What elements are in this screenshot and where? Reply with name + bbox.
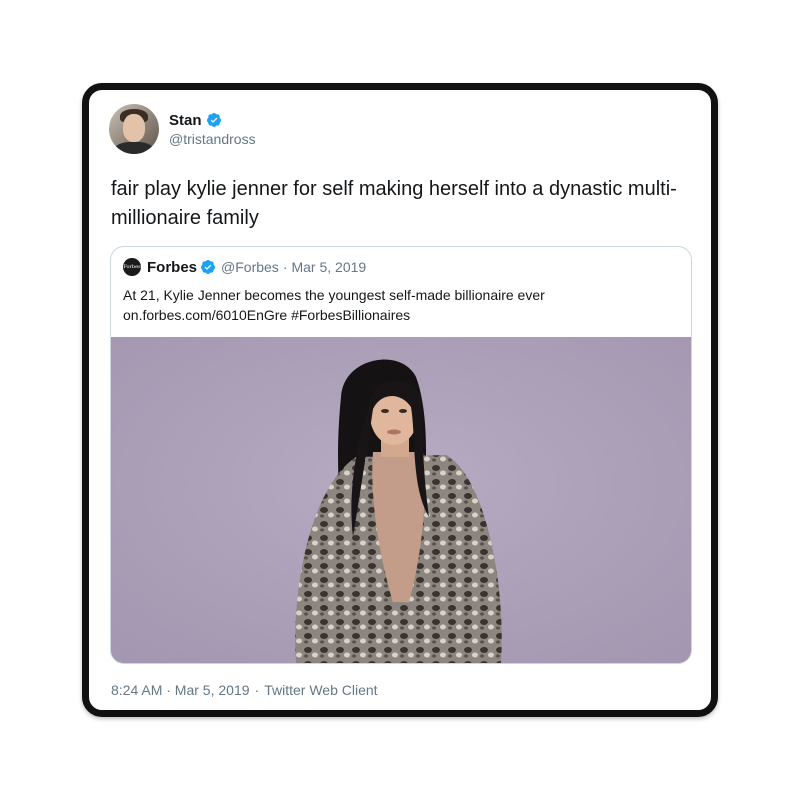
author-handle[interactable]: @tristandross: [169, 131, 256, 147]
quoted-author-name[interactable]: Forbes: [147, 259, 197, 276]
verified-badge-icon: [201, 260, 216, 274]
author-name[interactable]: Stan: [169, 112, 202, 129]
quoted-date[interactable]: Mar 5, 2019: [291, 259, 366, 275]
portrait-photo-illustration: [111, 337, 691, 663]
quoted-text-line-1: At 21, Kylie Jenner becomes the youngest…: [123, 287, 545, 303]
forbes-avatar-text: Forbes: [123, 264, 141, 270]
tweet-client[interactable]: Twitter Web Client: [264, 682, 377, 698]
quoted-separator: ·: [282, 259, 288, 275]
quoted-text-line-2[interactable]: on.forbes.com/6010EnGre #ForbesBillionai…: [123, 305, 683, 325]
forbes-avatar[interactable]: Forbes: [123, 258, 141, 276]
quoted-tweet-text: At 21, Kylie Jenner becomes the youngest…: [123, 285, 683, 325]
author-avatar[interactable]: [109, 104, 159, 154]
tweet-timestamp[interactable]: 8:24 AM · Mar 5, 2019: [111, 682, 250, 698]
tweet-card: Stan @tristandross fair play kylie jenne…: [82, 83, 718, 717]
author-name-row: Stan: [169, 112, 256, 129]
tweet-footer: 8:24 AM · Mar 5, 2019 · Twitter Web Clie…: [111, 682, 378, 698]
quoted-tweet-image[interactable]: [111, 337, 691, 663]
author-info: Stan @tristandross: [169, 112, 256, 147]
quoted-tweet[interactable]: Forbes Forbes @Forbes · Mar 5, 2019 At 2…: [110, 246, 692, 664]
footer-separator: ·: [254, 682, 260, 698]
quoted-author-handle[interactable]: @Forbes: [221, 259, 279, 275]
verified-badge-icon: [206, 113, 221, 127]
tweet-text: fair play kylie jenner for self making h…: [111, 178, 677, 229]
tweet-header: Stan @tristandross: [109, 104, 256, 154]
quoted-tweet-header: Forbes Forbes @Forbes · Mar 5, 2019: [123, 258, 366, 276]
